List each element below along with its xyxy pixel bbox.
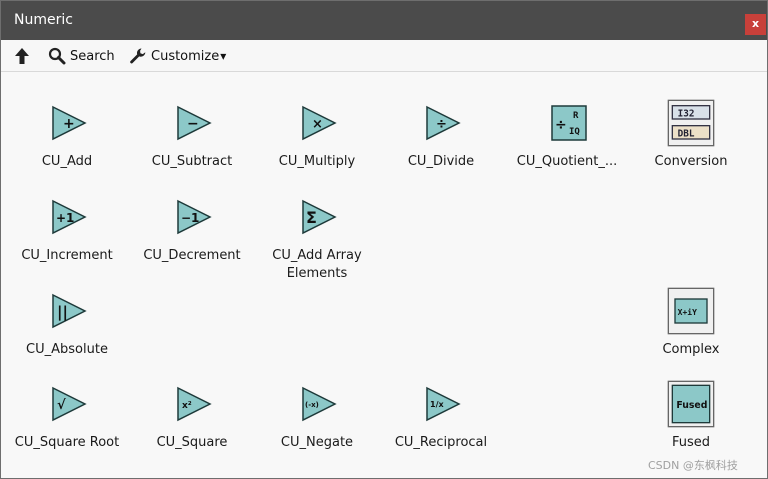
- absolute-triangle-icon: ||: [52, 293, 87, 329]
- palette-item-cu-multiply[interactable]: × CU_Multiply: [253, 73, 381, 169]
- item-label: CU_Quotient_...: [516, 154, 618, 169]
- svg-text:DBL: DBL: [678, 128, 695, 139]
- svg-text:x²: x²: [182, 401, 192, 411]
- palette-item-fused[interactable]: Fused Fused: [627, 354, 755, 450]
- palette-item-cu-increment[interactable]: +1 CU_Increment: [3, 167, 131, 263]
- window-title: Numeric: [14, 12, 73, 28]
- svg-text:−: −: [187, 116, 199, 132]
- wrench-icon: [130, 48, 146, 64]
- up-level-button[interactable]: [13, 45, 31, 67]
- svg-text:×: ×: [312, 117, 323, 132]
- palette-item-cu-quotient[interactable]: ÷ R IQ CU_Quotient_...: [503, 73, 631, 169]
- svg-text:IQ: IQ: [569, 127, 580, 137]
- item-label-line2: Elements: [286, 266, 348, 281]
- svg-text:R: R: [573, 111, 579, 121]
- item-label: CU_Decrement: [143, 248, 241, 263]
- search-label: Search: [70, 48, 115, 64]
- complex-folder-icon: X+iY: [667, 287, 715, 335]
- svg-text:X+iY: X+iY: [678, 307, 697, 317]
- palette-item-cu-square-root[interactable]: √ CU_Square Root: [3, 354, 131, 450]
- add-triangle-icon: +: [52, 105, 87, 141]
- palette-item-cu-reciprocal[interactable]: 1/x CU_Reciprocal: [377, 354, 505, 450]
- increment-triangle-icon: +1: [52, 199, 87, 235]
- svg-text:÷: ÷: [555, 117, 567, 133]
- svg-text:||: ||: [57, 303, 68, 322]
- numeric-palette-window: Numeric x Search Customize ▾ + CU_Add − …: [0, 0, 768, 479]
- square-triangle-icon: x²: [177, 386, 212, 422]
- square-root-triangle-icon: √: [52, 386, 87, 422]
- svg-text:−1: −1: [181, 211, 199, 225]
- palette-item-complex[interactable]: X+iY Complex: [627, 261, 755, 357]
- divide-triangle-icon: ÷: [426, 105, 461, 141]
- palette-item-conversion[interactable]: I32 DBL Conversion: [627, 73, 755, 169]
- customize-label: Customize: [151, 48, 220, 64]
- item-label-line1: CU_Add Array: [272, 248, 362, 263]
- subtract-triangle-icon: −: [177, 105, 212, 141]
- palette-item-cu-subtract[interactable]: − CU_Subtract: [128, 73, 256, 169]
- customize-button[interactable]: Customize ▾: [129, 45, 226, 67]
- reciprocal-triangle-icon: 1/x: [426, 386, 461, 422]
- quotient-remainder-icon: ÷ R IQ: [551, 105, 587, 141]
- palette-grid: + CU_Add − CU_Subtract × CU_Multiply ÷ C…: [1, 73, 767, 478]
- conversion-folder-icon: I32 DBL: [667, 99, 715, 147]
- palette-toolbar: Search Customize ▾: [1, 40, 767, 72]
- watermark-text: CSDN @东枫科技: [648, 459, 738, 472]
- item-label: Conversion: [654, 154, 728, 169]
- svg-text:÷: ÷: [436, 117, 447, 132]
- svg-text:+1: +1: [56, 211, 74, 225]
- sigma-triangle-icon: Σ: [302, 199, 337, 235]
- palette-item-cu-absolute[interactable]: || CU_Absolute: [3, 261, 131, 357]
- multiply-triangle-icon: ×: [302, 105, 337, 141]
- palette-item-cu-square[interactable]: x² CU_Square: [128, 354, 256, 450]
- search-button[interactable]: Search: [48, 45, 115, 67]
- title-bar[interactable]: Numeric x: [1, 1, 767, 40]
- item-label: CU_Divide: [407, 154, 475, 169]
- negate-triangle-icon: (-x): [302, 386, 337, 422]
- up-arrow-icon: [15, 48, 29, 64]
- item-label: CU_Square: [156, 435, 228, 450]
- item-label: CU_Square Root: [14, 435, 120, 450]
- palette-item-cu-divide[interactable]: ÷ CU_Divide: [377, 73, 505, 169]
- item-label: CU_Add Array Elements: [253, 247, 381, 283]
- search-icon: [48, 47, 66, 65]
- svg-text:Fused: Fused: [676, 400, 707, 411]
- palette-item-cu-add-array-elements[interactable]: Σ CU_Add Array Elements: [253, 167, 381, 281]
- close-button[interactable]: x: [745, 14, 766, 35]
- svg-text:√: √: [57, 398, 66, 413]
- item-label: CU_Negate: [280, 435, 354, 450]
- palette-item-cu-add[interactable]: + CU_Add: [3, 73, 131, 169]
- palette-item-cu-negate[interactable]: (-x) CU_Negate: [253, 354, 381, 450]
- chevron-down-icon: ▾: [220, 49, 227, 63]
- fused-folder-icon: Fused: [667, 380, 715, 428]
- svg-text:+: +: [63, 116, 75, 132]
- item-label: CU_Reciprocal: [394, 435, 488, 450]
- svg-text:(-x): (-x): [305, 401, 319, 409]
- svg-text:1/x: 1/x: [430, 400, 444, 409]
- palette-item-cu-decrement[interactable]: −1 CU_Decrement: [128, 167, 256, 263]
- svg-text:I32: I32: [678, 108, 695, 119]
- item-label: Fused: [671, 435, 711, 450]
- svg-text:Σ: Σ: [306, 208, 317, 227]
- decrement-triangle-icon: −1: [177, 199, 212, 235]
